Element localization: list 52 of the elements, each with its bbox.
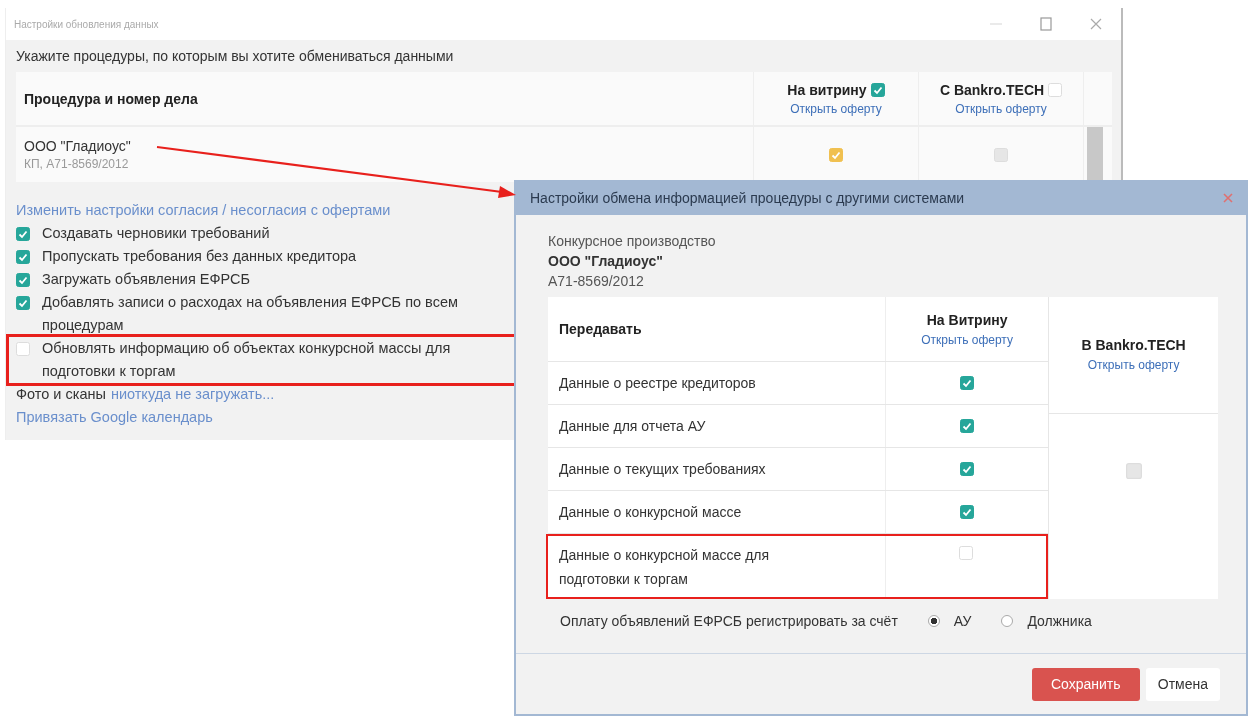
checkbox[interactable]: [16, 249, 30, 264]
window-title: Настройки обновления данных: [14, 18, 159, 30]
radio-label: АУ: [953, 613, 972, 629]
data-type-label: Данные о реестре кредиторов: [559, 374, 757, 393]
cancel-button[interactable]: Отмена: [1145, 667, 1220, 701]
data-type-label: Данные о конкурсной массе: [559, 503, 743, 522]
debtor-name: ООО "Гладиоус": [548, 253, 664, 269]
instruction-text: Укажите процедуры, по которым вы хотите обмениваться данными: [16, 48, 455, 64]
dialog-title: Настройки обмена информацией процедуры с другими системами: [530, 189, 965, 206]
option-label: Загружать объявления ЕФРСБ: [42, 270, 251, 289]
data-type-label: Данные о конкурсной массе для подготовки к торгам: [559, 545, 771, 589]
save-button[interactable]: Сохранить: [1031, 667, 1140, 701]
offer-link[interactable]: Открыть оферту: [955, 101, 1047, 116]
close-icon[interactable]: [1089, 17, 1103, 31]
option-label: Пропускать требования без данных кредитора: [42, 247, 358, 266]
checkbox[interactable]: [960, 505, 975, 519]
radio-button[interactable]: [1001, 615, 1014, 627]
radio-button[interactable]: [927, 615, 940, 627]
radio-label: Должника: [1027, 613, 1092, 629]
photos-label: Фото и сканы: [16, 385, 106, 404]
option-label: Добавлять записи о расходах на объявления ЕФРСБ по всем процедурам: [42, 293, 459, 335]
column-header: С Bankro.TECH: [939, 81, 1045, 98]
checkbox[interactable]: [16, 226, 30, 241]
close-icon[interactable]: [1222, 191, 1234, 204]
checkbox[interactable]: [960, 462, 975, 476]
column-header: На витрину: [787, 81, 867, 98]
scrollbar[interactable]: [1087, 127, 1103, 182]
calendar-link[interactable]: Привязать Google календарь: [16, 409, 213, 425]
column-header: Процедура и номер дела: [24, 90, 199, 107]
checkbox[interactable]: [960, 419, 975, 433]
offer-link[interactable]: Открыть оферту: [1087, 358, 1180, 373]
procedure-type: Конкурсное производство: [548, 233, 717, 249]
column-header: На Витрину: [926, 311, 1008, 328]
offer-link[interactable]: Открыть оферту: [790, 101, 882, 116]
checkbox[interactable]: [960, 376, 975, 390]
photos-source-link[interactable]: ниоткуда не загружать...: [110, 383, 275, 406]
data-type-label: Данные для отчета АУ: [559, 417, 707, 436]
payment-label: Оплату объявлений ЕФРСБ регистрировать за счёт: [560, 613, 898, 629]
case-number: КП, А71-8569/2012: [24, 157, 130, 171]
consent-settings-link[interactable]: Изменить настройки согласия / несогласия с офертами: [16, 202, 391, 218]
checkbox[interactable]: [870, 82, 885, 97]
procedure-name: ООО "Гладиоус": [24, 138, 132, 154]
column-header: В Bankro.TECH: [1081, 337, 1186, 354]
option-label: Обновлять информацию об объектах конкурсной массы для подготовки к торгам: [42, 339, 452, 381]
checkbox[interactable]: [16, 295, 30, 310]
data-type-label: Данные о текущих требованиях: [559, 460, 767, 479]
maximize-icon[interactable]: [1039, 17, 1053, 31]
checkbox[interactable]: [16, 272, 30, 287]
column-header: Передавать: [559, 321, 642, 337]
case-number: А71-8569/2012: [548, 273, 645, 289]
option-label: Создавать черновики требований: [42, 224, 271, 243]
offer-link[interactable]: Открыть оферту: [921, 332, 1013, 347]
